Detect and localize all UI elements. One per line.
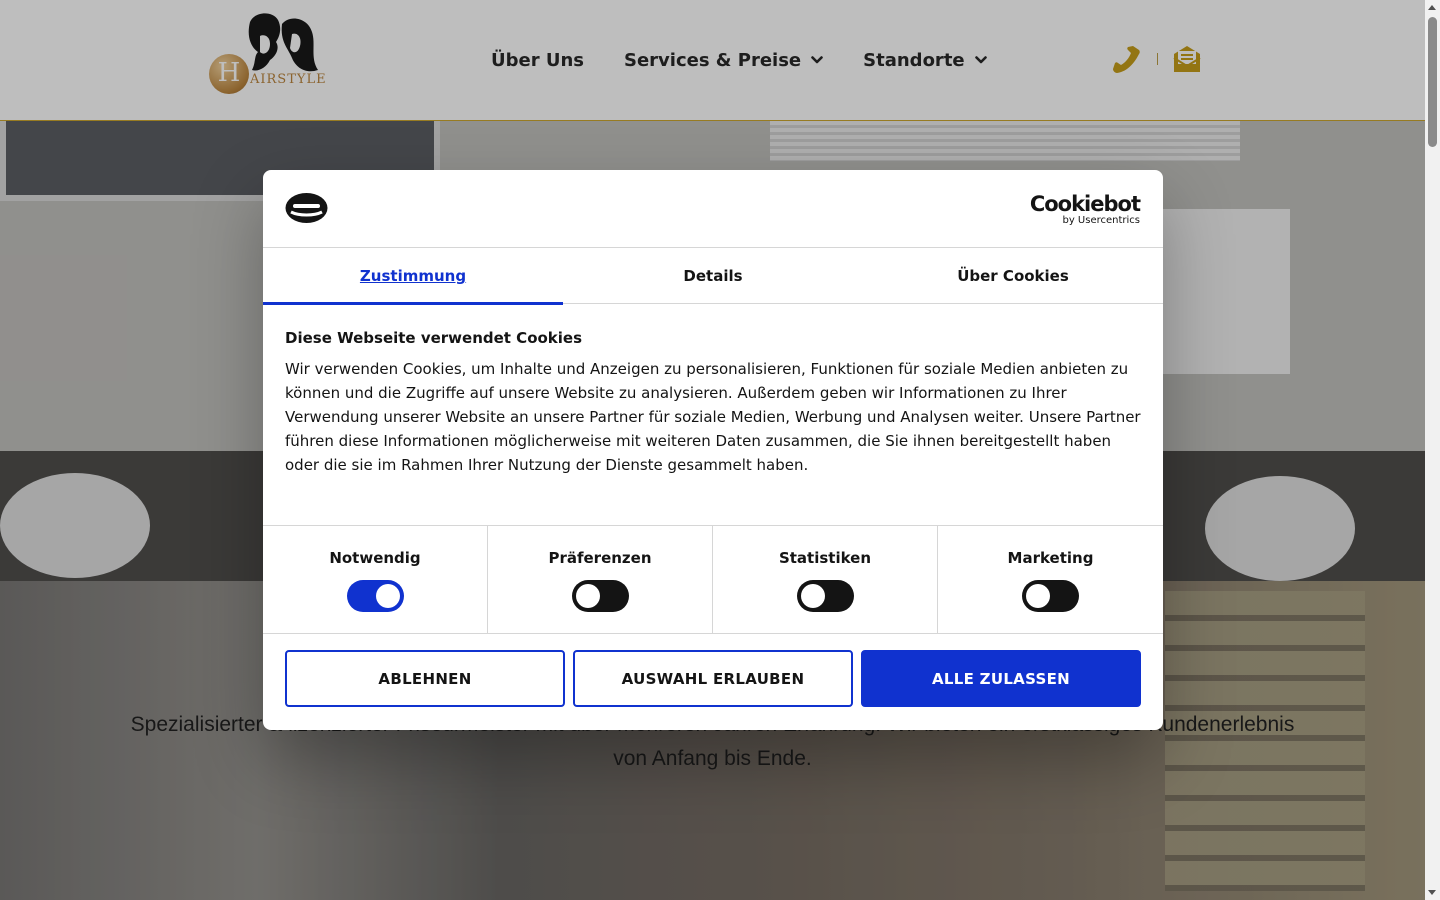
cookiebot-logo-icon [285, 193, 328, 223]
cookie-dialog-description: Wir verwenden Cookies, um Inhalte und An… [285, 360, 1141, 474]
cookie-dialog-title: Diese Webseite verwendet Cookies [285, 329, 583, 347]
cookiebot-brand[interactable]: Cookiebot by Usercentrics [1030, 192, 1141, 226]
decline-button[interactable]: ABLEHNEN [285, 650, 565, 707]
marketing-switch[interactable] [1022, 580, 1079, 612]
cookie-dialog-body: Diese Webseite verwendet Cookies Wir ver… [285, 326, 1141, 477]
praeferenzen-switch[interactable] [571, 580, 629, 612]
tab-ueber-cookies[interactable]: Über Cookies [863, 248, 1163, 304]
statistiken-switch[interactable] [796, 580, 854, 612]
cookie-tabs: Zustimmung Details Über Cookies [263, 248, 1163, 305]
allow-all-button[interactable]: ALLE ZULASSEN [861, 650, 1141, 707]
cookie-consent-dialog: Cookiebot by Usercentrics Zustimmung Det… [263, 170, 1163, 730]
cookie-category-toggles: Notwendig Präferenzen Statistiken Market… [263, 525, 1163, 634]
allow-selection-button[interactable]: AUSWAHL ERLAUBEN [573, 650, 853, 707]
cookie-dialog-buttons: ABLEHNEN AUSWAHL ERLAUBEN ALLE ZULASSEN [285, 650, 1141, 707]
tab-zustimmung[interactable]: Zustimmung [263, 248, 563, 305]
scroll-down-arrow-icon[interactable] [1428, 890, 1436, 895]
toggle-praeferenzen: Präferenzen [488, 526, 713, 634]
page-scrollbar[interactable] [1425, 0, 1440, 900]
toggle-notwendig: Notwendig [263, 526, 488, 634]
notwendig-switch[interactable] [346, 580, 404, 612]
toggle-marketing: Marketing [938, 526, 1163, 634]
toggle-statistiken: Statistiken [713, 526, 938, 634]
scroll-up-arrow-icon[interactable] [1428, 5, 1436, 10]
tab-details[interactable]: Details [563, 248, 863, 304]
scroll-thumb[interactable] [1428, 17, 1437, 147]
cookie-dialog-header: Cookiebot by Usercentrics [263, 170, 1163, 248]
